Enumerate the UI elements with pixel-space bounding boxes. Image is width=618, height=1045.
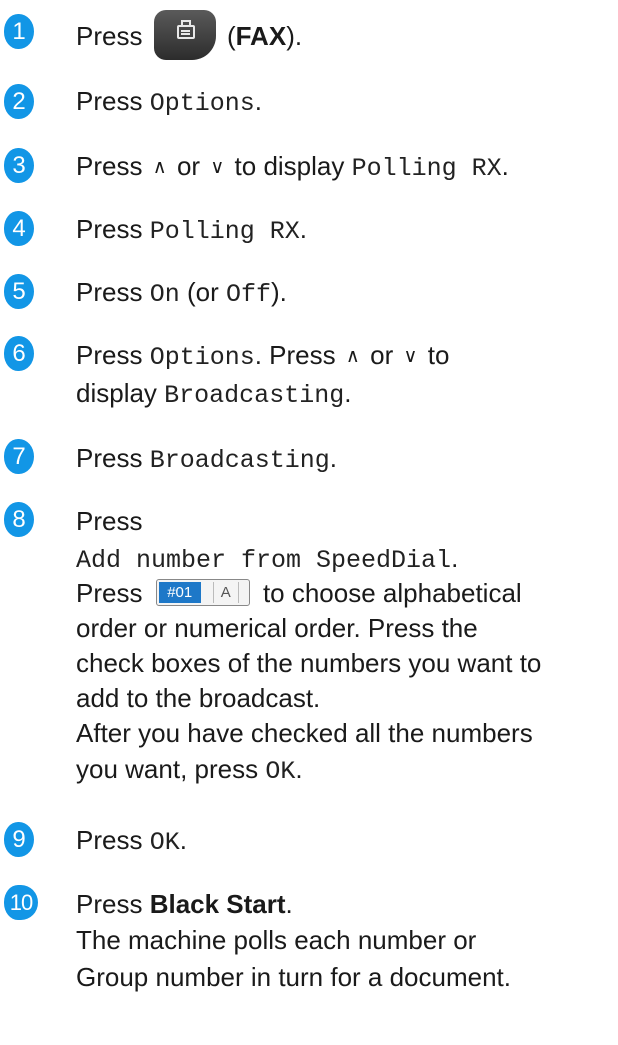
step-text: Press xyxy=(76,503,142,540)
step-text-display: display xyxy=(76,378,157,408)
alphabetical-order-icon: A xyxy=(212,581,239,603)
step-text-line-7: After you have checked all the numbers xyxy=(76,718,533,748)
step-text-tail: . xyxy=(295,754,303,784)
step-text-choose: to choose alphabetical xyxy=(262,578,522,608)
step-text-or: or xyxy=(176,151,201,181)
step-number-badge: 5 xyxy=(4,274,34,309)
step-text-press: Press xyxy=(76,340,143,370)
step-text-press: Press xyxy=(76,214,143,244)
step-text-tail: . xyxy=(329,443,337,473)
ok-key: OK xyxy=(149,828,180,857)
step-text: Press Options. xyxy=(76,83,262,122)
fax-icon xyxy=(176,20,195,39)
fax-label-close: ). xyxy=(286,20,303,51)
step-text-tail: . xyxy=(344,378,352,408)
step-number-badge: 1 xyxy=(4,14,34,49)
fax-button[interactable] xyxy=(153,10,216,60)
step-number-badge: 9 xyxy=(4,822,34,857)
polling-rx-key: Polling RX xyxy=(149,217,300,246)
step-text: Press Broadcasting. xyxy=(76,440,337,479)
step-number-badge: 4 xyxy=(4,211,34,246)
step-number-badge: 2 xyxy=(4,84,34,119)
step-text: Press Polling RX. xyxy=(76,211,307,250)
step-text-tail: . xyxy=(299,214,307,244)
step-text-mid: to display xyxy=(234,151,345,181)
step-text-line-2: display Broadcasting. xyxy=(76,375,351,414)
step-text-press: Press xyxy=(76,443,143,473)
step-text-tail: . xyxy=(451,543,459,573)
step-text: Press OK. xyxy=(76,822,187,861)
add-number-from-speeddial-key: Add number from SpeedDial xyxy=(76,546,452,575)
polling-rx-key: Polling RX xyxy=(351,154,502,183)
step-number-badge: 10 xyxy=(4,885,38,920)
ok-key: OK xyxy=(265,757,296,786)
sort-order-button[interactable]: #01 A xyxy=(155,578,250,606)
step-text-line-2: Add number from SpeedDial. xyxy=(76,540,458,579)
step-text-press: Press xyxy=(76,20,143,51)
step-text-press: Press xyxy=(76,825,143,855)
up-arrow-icon: ∧ xyxy=(345,346,360,367)
step-text-to: to xyxy=(427,340,450,370)
step-text-press: Press xyxy=(76,151,143,181)
off-key: Off xyxy=(225,280,271,309)
step-number-badge: 8 xyxy=(4,502,34,537)
step-text-press: Press xyxy=(76,889,143,919)
step-text-tail: ). xyxy=(270,277,287,307)
options-key: Options xyxy=(149,89,255,118)
step-text-line-8: you want, press OK. xyxy=(76,751,303,790)
step-text: Press ∧ or ∨ to display Polling RX. xyxy=(76,148,509,188)
step-text-you-want: you want, press xyxy=(76,754,259,784)
step-text-or: (or xyxy=(186,277,219,307)
step-text-line-3: Press #01 A to choose alphabetical xyxy=(76,575,522,612)
step-text-tail: . xyxy=(501,151,509,181)
numerical-order-icon: #01 xyxy=(158,581,201,603)
broadcasting-key: Broadcasting xyxy=(149,446,330,475)
step-text-line-6: add to the broadcast. xyxy=(76,683,321,713)
step-text: Press (FAX). xyxy=(76,10,303,63)
step-text-press: Press xyxy=(76,578,143,608)
step-text-mid: . Press xyxy=(254,340,336,370)
up-arrow-icon: ∧ xyxy=(152,157,167,178)
step-text-line-5: check boxes of the numbers you want to xyxy=(76,648,542,678)
step-text-tail: . xyxy=(254,86,262,116)
step-text-tail: . xyxy=(179,825,187,855)
options-key: Options xyxy=(149,343,255,372)
fax-label: FAX xyxy=(235,20,287,51)
step-text: Press On (or Off). xyxy=(76,274,287,313)
broadcasting-key: Broadcasting xyxy=(164,381,345,410)
down-arrow-icon: ∨ xyxy=(210,157,225,178)
black-start-label: Black Start xyxy=(149,889,286,919)
step-text: Press Black Start. xyxy=(76,886,293,923)
step-number-badge: 6 xyxy=(4,336,34,371)
step-text-line-3: Group number in turn for a document. xyxy=(76,962,512,992)
step-text: Press Options. Press ∧ or ∨ to xyxy=(76,337,449,377)
step-text-or: or xyxy=(370,340,394,370)
step-text-line-2: The machine polls each number or xyxy=(76,925,477,955)
step-number-badge: 3 xyxy=(4,148,34,183)
step-number-badge: 7 xyxy=(4,439,34,474)
step-text-tail: . xyxy=(285,889,293,919)
down-arrow-icon: ∨ xyxy=(403,346,418,367)
fax-label-open: ( xyxy=(226,20,236,51)
step-text-line-4: order or numerical order. Press the xyxy=(76,613,478,643)
step-text-press: Press xyxy=(76,277,143,307)
on-key: On xyxy=(149,280,180,309)
step-text-press: Press xyxy=(76,506,143,536)
step-text-press: Press xyxy=(76,86,143,116)
